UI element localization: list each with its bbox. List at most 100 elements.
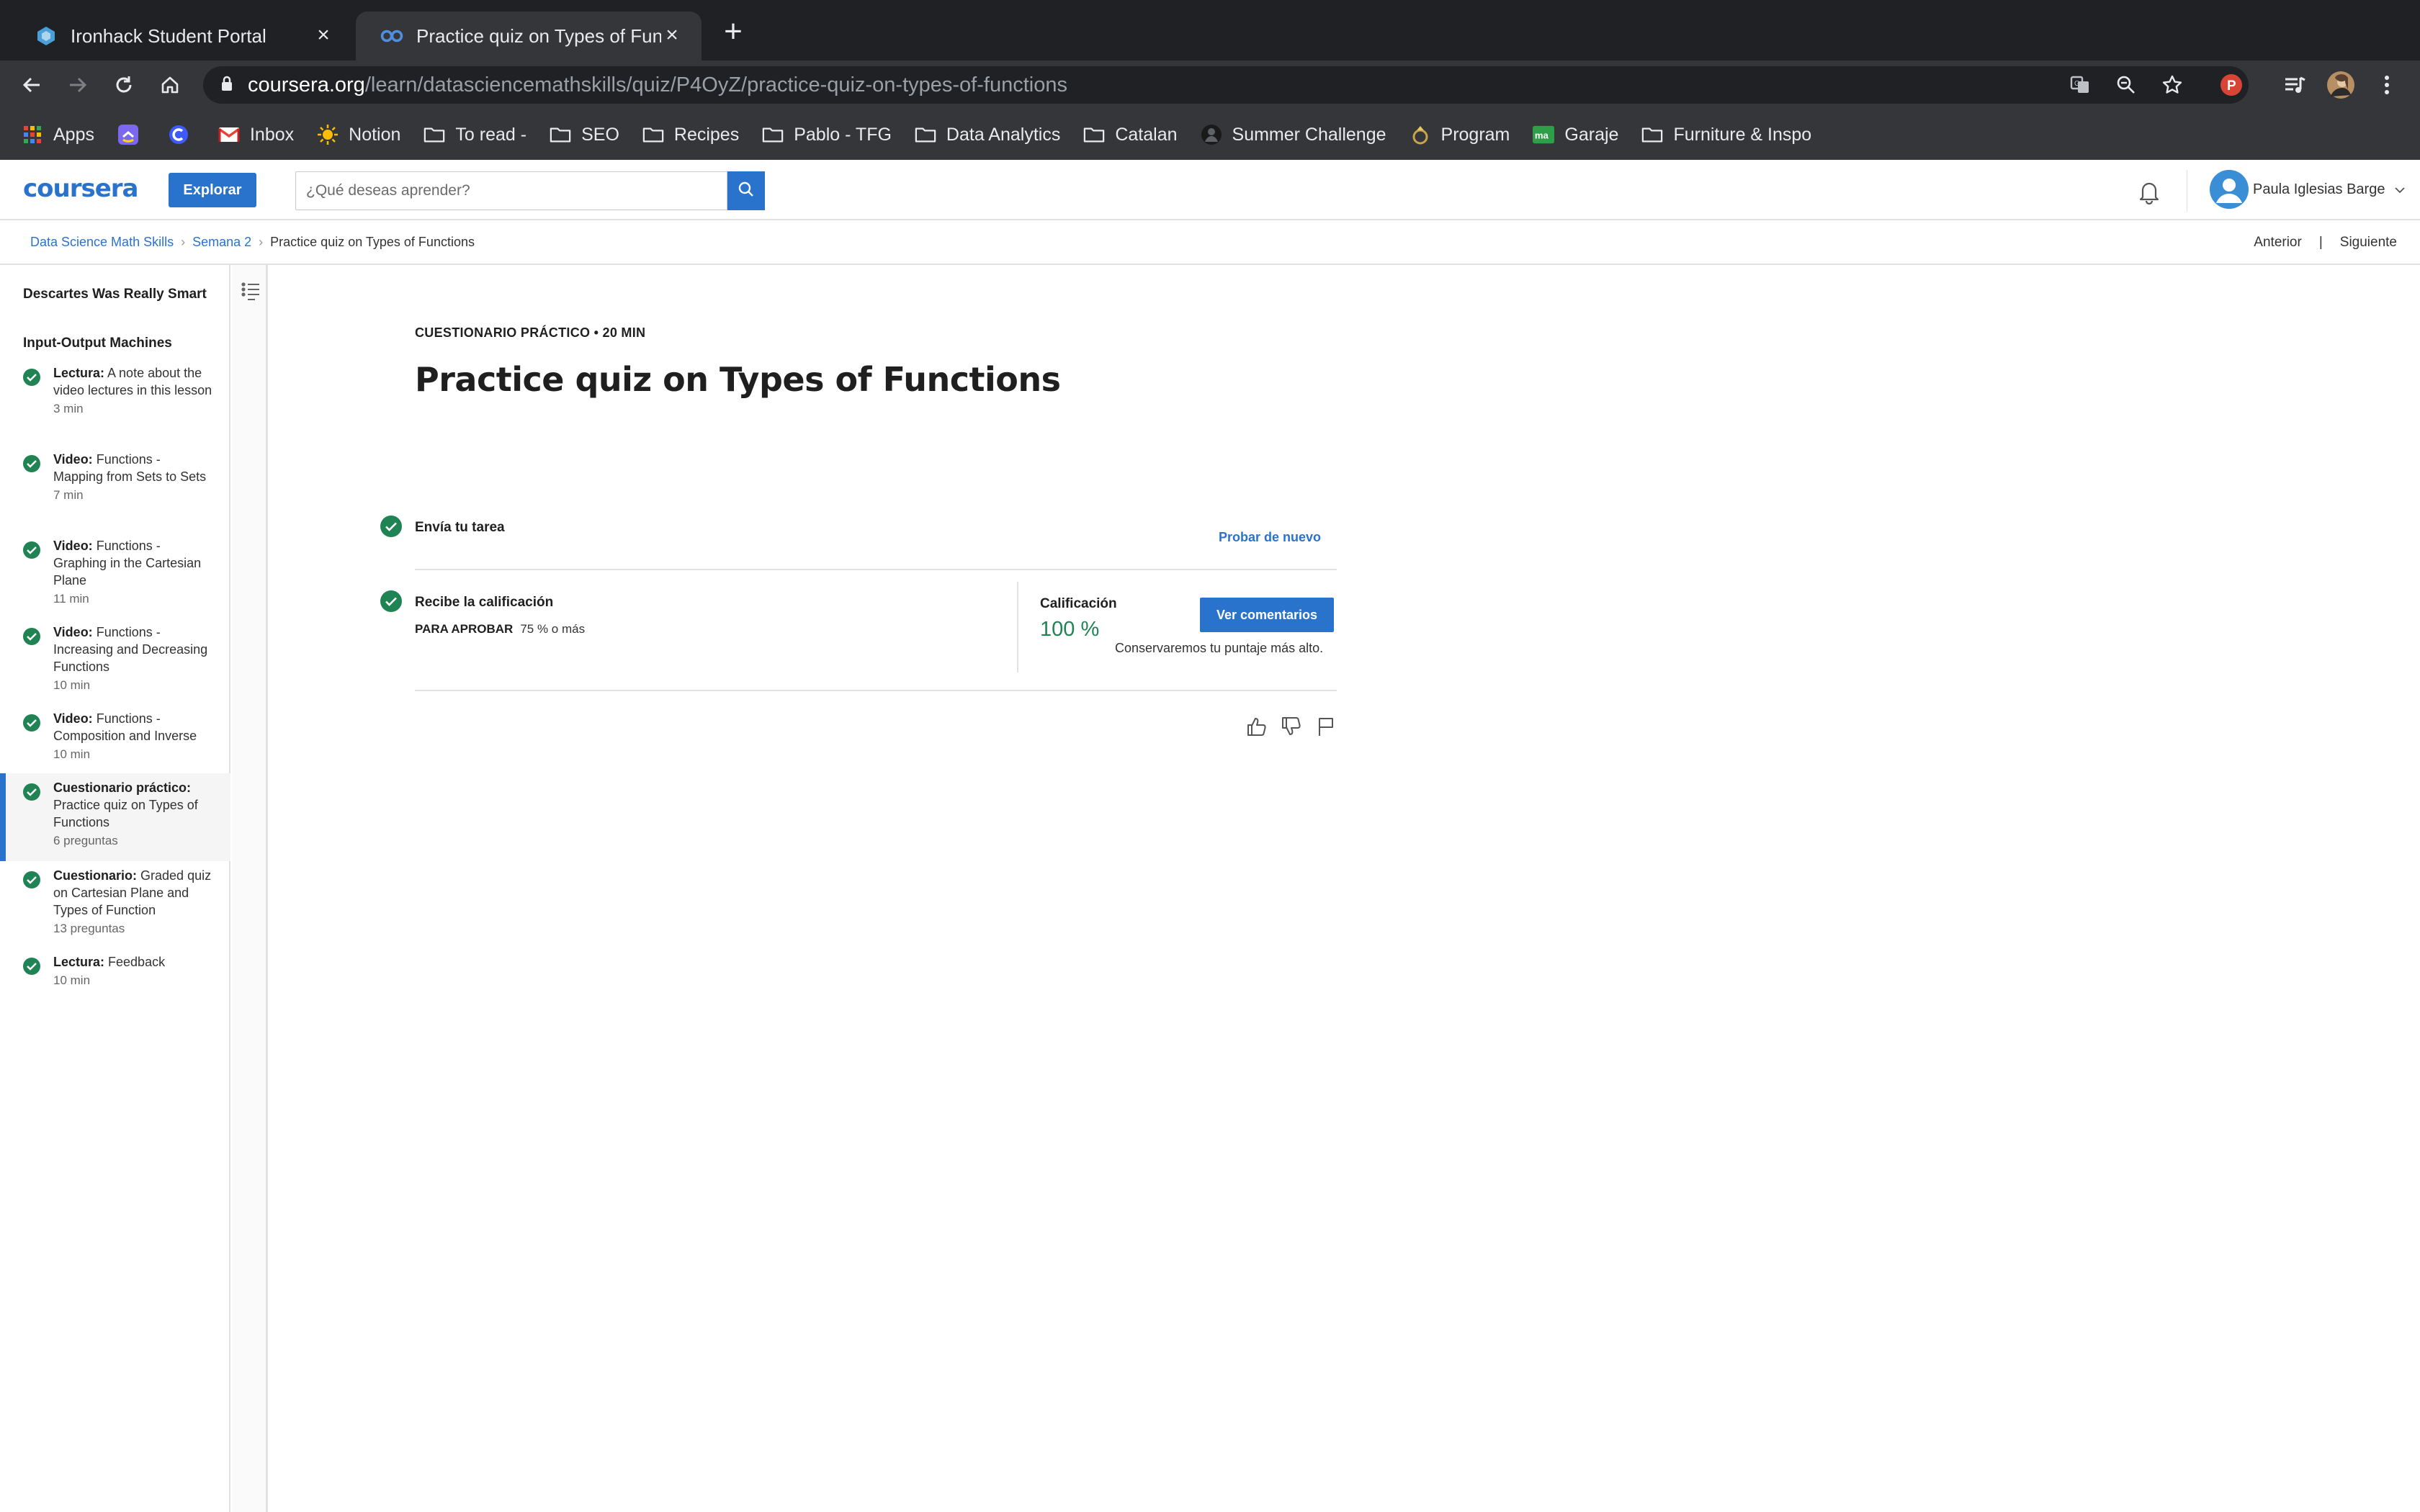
explore-button[interactable]: Explorar	[169, 173, 256, 207]
sidebar-item-practice-quiz[interactable]: Cuestionario práctico: Practice quiz on …	[0, 773, 230, 861]
tab-title: Practice quiz on Types of Functions	[416, 24, 661, 47]
media-queue-icon[interactable]	[2280, 71, 2309, 99]
check-circle-icon	[23, 714, 40, 732]
bookmark-notion[interactable]: Notion	[317, 125, 400, 145]
forward-arrow-icon[interactable]	[63, 71, 92, 99]
view-feedback-button[interactable]: Ver comentarios	[1200, 598, 1334, 632]
bookmark-program[interactable]: Program	[1410, 125, 1510, 145]
sidebar-item-video-graphing[interactable]: Video: Functions - Graphing in the Carte…	[0, 537, 230, 618]
thumbs-up-icon[interactable]	[1246, 716, 1268, 737]
thumbs-down-icon[interactable]	[1281, 716, 1302, 737]
chrome-profile-avatar[interactable]	[2326, 71, 2355, 99]
bookmark-folder-to-read[interactable]: To read -	[424, 125, 526, 145]
lock-icon	[220, 76, 233, 95]
zoom-icon[interactable]	[2112, 71, 2141, 99]
tab-title: Ironhack Student Portal	[71, 24, 266, 47]
bookmark-garaje[interactable]: ma Garaje	[1533, 125, 1618, 145]
grade-label: Calificación	[1040, 596, 1117, 611]
search-icon	[738, 181, 755, 202]
check-circle-icon	[23, 541, 40, 559]
address-bar[interactable]: coursera.org/learn/datasciencemathskills…	[203, 66, 2249, 104]
sidebar-item-lectura-note[interactable]: Lectura: A note about the video lectures…	[0, 364, 230, 445]
bookmark-star-icon[interactable]	[2158, 71, 2187, 99]
circle-app-icon	[168, 125, 189, 145]
user-name: Paula Iglesias Barge	[2253, 181, 2385, 197]
breadcrumb-week-link[interactable]: Semana 2	[192, 235, 251, 250]
ironhack-favicon-icon	[35, 24, 58, 48]
outline-list-icon[interactable]	[241, 281, 261, 301]
nav-separator: |	[2318, 235, 2323, 250]
check-circle-icon	[23, 369, 40, 386]
breadcrumb-current: Practice quiz on Types of Functions	[270, 235, 475, 249]
bookmark-folder-data-analytics[interactable]: Data Analytics	[915, 125, 1060, 145]
svg-text:P: P	[2227, 78, 2236, 94]
bookmark-folder-seo[interactable]: SEO	[550, 125, 619, 145]
sidebar-item-video-composition[interactable]: Video: Functions - Composition and Inver…	[0, 710, 230, 775]
course-outline-sidebar: Descartes Was Really Smart Input-Output …	[0, 265, 230, 1512]
user-avatar[interactable]	[2210, 170, 2249, 209]
svg-text:G: G	[2074, 80, 2080, 88]
retry-quiz-button[interactable]: Probar de nuevo	[1219, 530, 1321, 545]
site-header: coursera Explorar ¿Qué deseas aprender? …	[0, 160, 2420, 220]
bookmark-inbox[interactable]: Inbox	[218, 125, 294, 145]
bookmark-summer-challenge[interactable]: Summer Challenge	[1201, 125, 1386, 145]
tab-close-icon[interactable]: ×	[313, 24, 334, 47]
tab-ironhack[interactable]: Ironhack Student Portal ×	[10, 12, 353, 60]
passing-requirement: PARA APROBAR 75 % o más	[415, 622, 586, 636]
search-input[interactable]: ¿Qué deseas aprender?	[295, 171, 727, 210]
folder-icon	[1083, 125, 1105, 145]
search-button[interactable]	[727, 171, 765, 210]
home-icon[interactable]	[156, 71, 184, 99]
divider	[415, 569, 1337, 570]
user-menu[interactable]: Paula Iglesias Barge	[2253, 181, 2405, 198]
bookmark-circle-app[interactable]	[168, 125, 200, 145]
check-circle-icon	[23, 455, 40, 472]
url-text: coursera.org/learn/datasciencemathskills…	[248, 73, 1067, 96]
back-arrow-icon[interactable]	[17, 71, 46, 99]
sidebar-item-lectura-feedback[interactable]: Lectura: Feedback 10 min	[0, 953, 230, 1004]
coursera-logo[interactable]: coursera	[23, 174, 138, 203]
chrome-menu-icon[interactable]	[2372, 71, 2401, 99]
svg-text:ma: ma	[1535, 130, 1549, 141]
new-tab-icon[interactable]: +	[719, 16, 748, 48]
tab-close-icon[interactable]: ×	[661, 24, 683, 47]
sidebar-item-video-increasing[interactable]: Video: Functions - Increasing and Decrea…	[0, 624, 230, 704]
section-title: Descartes Was Really Smart	[23, 287, 207, 302]
sidebar-item-video-mapping[interactable]: Video: Functions - Mapping from Sets to …	[0, 451, 230, 531]
check-circle-icon	[23, 628, 40, 645]
coursera-favicon-icon	[380, 24, 403, 48]
next-link[interactable]: Siguiente	[2340, 235, 2397, 251]
bookmark-folder-recipes[interactable]: Recipes	[642, 125, 739, 145]
folder-icon	[424, 125, 445, 145]
apps-grid-icon	[22, 125, 43, 145]
bookmark-folder-catalan[interactable]: Catalan	[1083, 125, 1178, 145]
previous-link[interactable]: Anterior	[2254, 235, 2302, 251]
breadcrumb-course-link[interactable]: Data Science Math Skills	[30, 235, 174, 250]
person-icon	[1201, 125, 1222, 145]
flag-icon[interactable]	[1315, 716, 1337, 737]
notifications-bell-icon[interactable]	[2136, 179, 2162, 205]
sun-icon	[317, 125, 339, 145]
divider	[415, 690, 1337, 691]
prev-next-nav: Anterior | Siguiente	[2254, 235, 2397, 251]
check-circle-icon	[23, 871, 40, 888]
bookmark-folder-pablo-tfg[interactable]: Pablo - TFG	[762, 125, 892, 145]
folder-icon	[762, 125, 784, 145]
gmail-icon	[218, 125, 240, 145]
translate-icon[interactable]: G	[2066, 71, 2094, 99]
clickup-icon	[117, 125, 139, 145]
bookmark-clickup[interactable]	[117, 125, 149, 145]
ma-icon: ma	[1533, 125, 1555, 145]
submit-assignment-label: Envía tu tarea	[415, 520, 505, 535]
tab-practice-quiz[interactable]: Practice quiz on Types of Functions ×	[356, 12, 702, 60]
check-circle-icon	[380, 516, 402, 537]
bookmark-apps[interactable]: Apps	[22, 125, 94, 145]
bookmarks-bar: Apps Inbox Notion To read - SEO Recipes …	[0, 109, 2420, 160]
bookmark-folder-furniture[interactable]: Furniture & Inspo	[1641, 125, 1811, 145]
section-title: Input-Output Machines	[23, 336, 172, 351]
profile-p-extension-icon[interactable]: P	[2217, 71, 2246, 99]
folder-icon	[642, 125, 664, 145]
folder-icon	[915, 125, 936, 145]
reload-icon[interactable]	[109, 71, 138, 99]
sidebar-item-graded-quiz[interactable]: Cuestionario: Graded quiz on Cartesian P…	[0, 867, 230, 948]
